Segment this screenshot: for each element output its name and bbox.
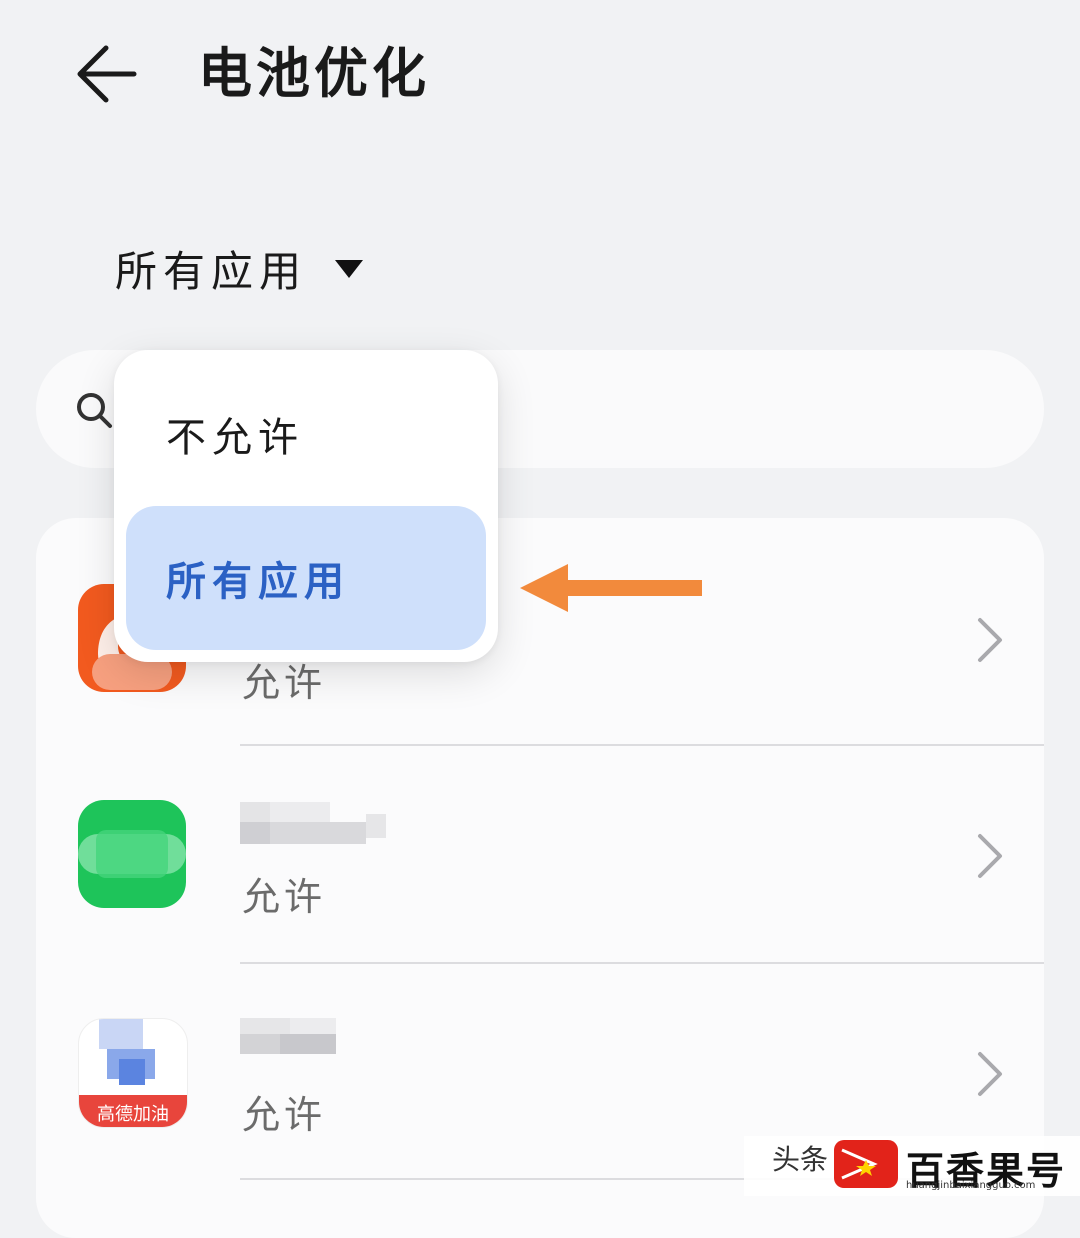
dropdown-triangle-icon xyxy=(335,259,364,278)
dropdown-option-disallow[interactable]: 不允许 xyxy=(126,362,486,506)
dropdown-option-label: 所有应用 xyxy=(166,558,350,605)
search-icon xyxy=(77,393,112,428)
orange-arrow-left xyxy=(520,564,702,612)
app-filter-selector[interactable]: 所有应用 xyxy=(115,238,365,299)
chevron-right-icon xyxy=(978,1052,1002,1096)
watermark-prefix: 头条 xyxy=(772,1143,829,1176)
gaode-app-icon: 高德加油 xyxy=(78,1018,188,1128)
app-name-blurred xyxy=(240,1018,350,1068)
chevron-right-icon xyxy=(978,618,1002,662)
filter-label: 所有应用 xyxy=(115,247,308,296)
watermark-logo xyxy=(834,1140,898,1188)
app-icon-text: 高德加油 xyxy=(97,1104,169,1125)
app-status: 允许 xyxy=(242,875,327,919)
app-status: 允许 xyxy=(242,1093,327,1137)
page-title: 电池优化 xyxy=(198,42,430,105)
dropdown-option-label: 不允许 xyxy=(166,415,304,461)
app-row[interactable]: 允许 xyxy=(36,746,1044,962)
watermark-url: huangjinbaixiangguo.com xyxy=(906,1180,1036,1191)
app-name-blurred xyxy=(240,802,390,852)
filter-dropdown-menu: 不允许 所有应用 xyxy=(114,350,498,662)
back-arrow-icon[interactable] xyxy=(72,40,144,108)
green-app-icon xyxy=(78,800,186,908)
chevron-right-icon xyxy=(978,834,1002,878)
dropdown-option-all-apps[interactable]: 所有应用 xyxy=(126,506,486,650)
